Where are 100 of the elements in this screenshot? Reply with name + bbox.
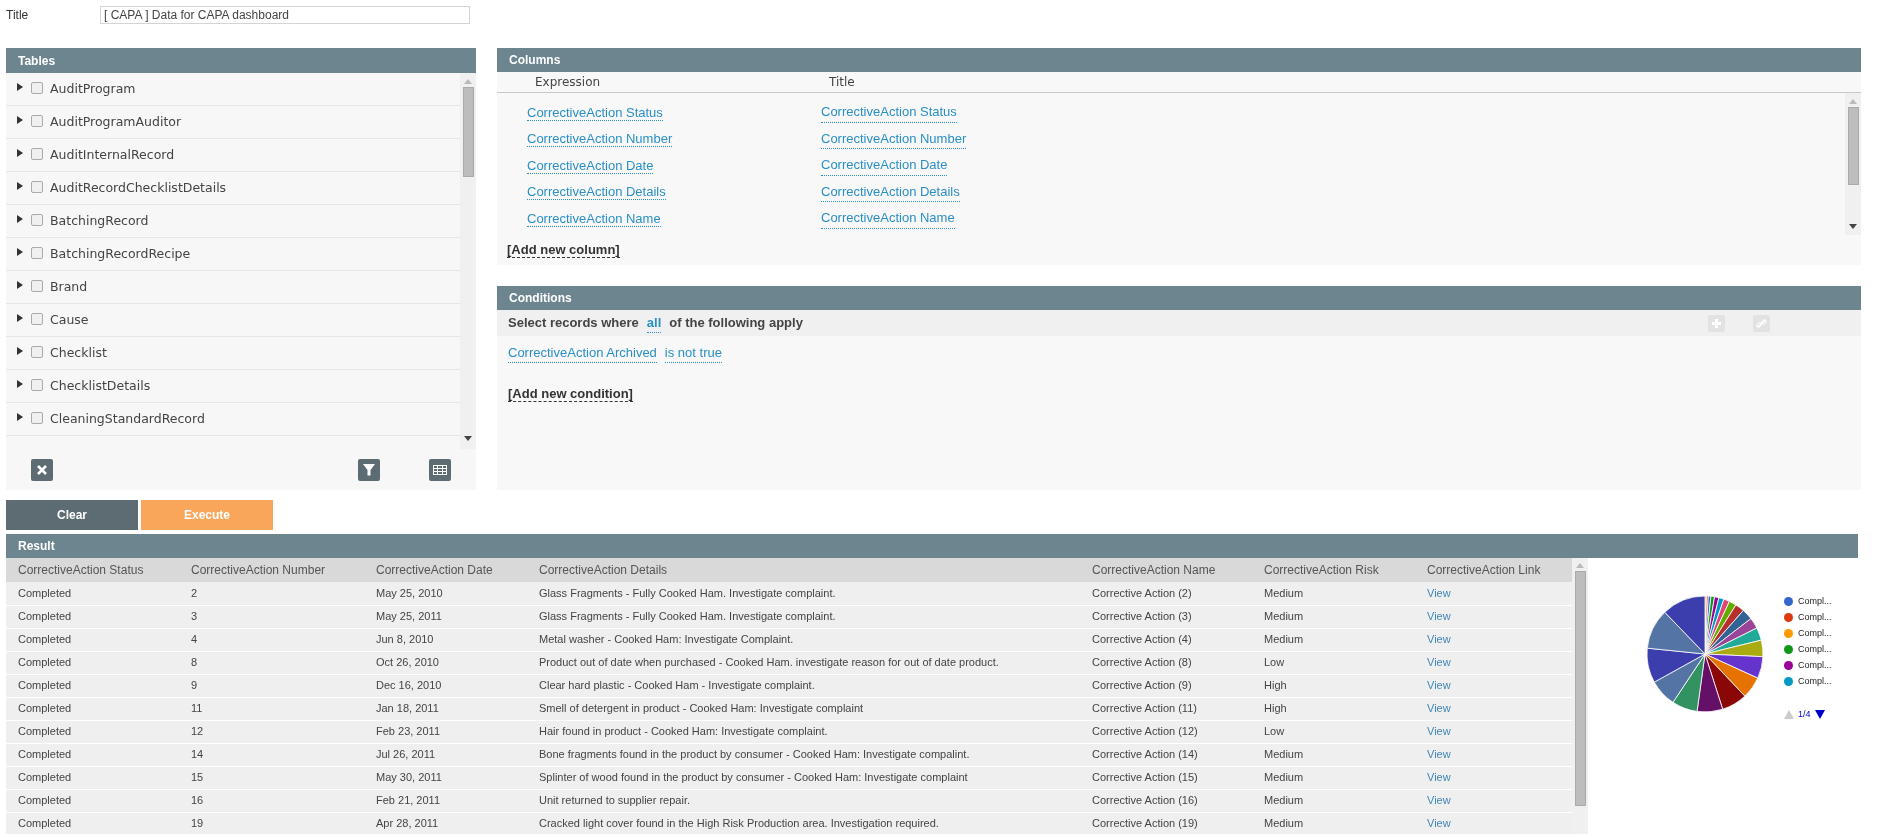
link-icon[interactable]: [1753, 314, 1770, 332]
expand-icon[interactable]: [17, 413, 23, 421]
table-cell: Jan 18, 2011: [364, 697, 527, 720]
checkbox[interactable]: [31, 312, 43, 325]
quantifier-link[interactable]: all: [646, 312, 662, 334]
checkbox[interactable]: [31, 81, 43, 94]
close-icon: [36, 463, 48, 476]
table-cell: 2: [179, 582, 364, 605]
table-name[interactable]: Brand: [50, 277, 88, 297]
title-field[interactable]: [ CAPA ] Data for CAPA dashboard: [100, 6, 470, 24]
table-cell: Medium: [1252, 812, 1415, 834]
table-cell: Jun 8, 2010: [364, 628, 527, 651]
panel-header: Conditions: [497, 286, 1861, 310]
table-cell: Medium: [1252, 743, 1415, 766]
scrollbar-thumb[interactable]: [1847, 107, 1859, 185]
view-link[interactable]: View: [1427, 702, 1451, 715]
checkbox[interactable]: [31, 279, 43, 292]
title-link[interactable]: CorrectiveAction Number: [821, 128, 967, 149]
scroll-up-icon[interactable]: [1576, 563, 1584, 568]
title-link[interactable]: CorrectiveAction Name: [821, 208, 955, 229]
column-header[interactable]: CorrectiveAction Name: [1080, 558, 1252, 582]
column-header[interactable]: CorrectiveAction Link: [1415, 558, 1572, 582]
view-link[interactable]: View: [1427, 725, 1451, 738]
column-header[interactable]: CorrectiveAction Date: [364, 558, 527, 582]
table-name[interactable]: Checklist: [50, 343, 107, 363]
operator-link[interactable]: is not true: [664, 342, 722, 364]
column-header[interactable]: CorrectiveAction Details: [527, 558, 1080, 582]
view-link[interactable]: View: [1427, 610, 1451, 623]
title-link[interactable]: CorrectiveAction Date: [821, 155, 948, 176]
expand-icon[interactable]: [17, 215, 23, 223]
expand-icon[interactable]: [17, 149, 23, 157]
scrollbar-thumb[interactable]: [1574, 571, 1586, 806]
table-cell: Corrective Action (3): [1080, 605, 1252, 628]
checkbox[interactable]: [31, 345, 43, 358]
view-link[interactable]: View: [1427, 633, 1451, 646]
title-link[interactable]: CorrectiveAction Details: [821, 181, 960, 202]
table-cell: Corrective Action (14): [1080, 743, 1252, 766]
table-name[interactable]: Cause: [50, 310, 89, 330]
clear-button[interactable]: Clear: [6, 500, 138, 530]
table-name[interactable]: CleaningStandardRecord: [50, 409, 205, 429]
column-header[interactable]: CorrectiveAction Number: [179, 558, 364, 582]
view-link[interactable]: View: [1427, 587, 1451, 599]
view-link[interactable]: View: [1427, 656, 1451, 669]
table-cell: High: [1252, 674, 1415, 697]
table-cell: Feb 21, 2011: [364, 789, 527, 812]
table-name[interactable]: AuditInternalRecord: [50, 145, 175, 165]
view-link[interactable]: View: [1427, 771, 1451, 784]
close-button[interactable]: [31, 458, 53, 481]
table-cell: Corrective Action (16): [1080, 789, 1252, 812]
previous-page-icon[interactable]: [1784, 710, 1794, 720]
execute-button[interactable]: Execute: [141, 500, 273, 530]
table-name[interactable]: BatchingRecord: [50, 211, 149, 231]
filter-button[interactable]: [358, 458, 380, 481]
checkbox[interactable]: [31, 378, 43, 391]
expand-icon[interactable]: [17, 347, 23, 355]
funnel-icon: [362, 462, 376, 477]
scroll-up-icon[interactable]: [464, 79, 472, 84]
scrollbar-thumb[interactable]: [462, 87, 474, 177]
expand-icon[interactable]: [17, 281, 23, 289]
column-header[interactable]: CorrectiveAction Status: [6, 558, 179, 582]
view-link[interactable]: View: [1427, 817, 1451, 830]
add-condition-link[interactable]: [Add new condition]: [508, 386, 633, 402]
checkbox[interactable]: [31, 411, 43, 424]
checkbox[interactable]: [31, 213, 43, 226]
table-name[interactable]: BatchingRecordRecipe: [50, 244, 191, 264]
checkbox[interactable]: [31, 114, 43, 127]
scroll-down-icon[interactable]: [464, 436, 472, 441]
title-link[interactable]: CorrectiveAction Status: [821, 102, 957, 123]
expression-link[interactable]: CorrectiveAction Number: [527, 131, 673, 147]
checkbox[interactable]: [31, 246, 43, 259]
scroll-down-icon[interactable]: [1849, 224, 1857, 229]
expand-icon[interactable]: [17, 83, 23, 91]
checkbox[interactable]: [31, 180, 43, 193]
expand-icon[interactable]: [17, 380, 23, 388]
table-name[interactable]: AuditProgram: [50, 79, 136, 99]
table-name[interactable]: ChecklistDetails: [50, 376, 151, 396]
expression-link[interactable]: CorrectiveAction Name: [527, 210, 661, 227]
expand-icon[interactable]: [17, 182, 23, 190]
scroll-up-icon[interactable]: [1849, 99, 1857, 104]
table-view-button[interactable]: [429, 458, 451, 481]
column-header[interactable]: CorrectiveAction Risk: [1252, 558, 1415, 582]
table-cell: Completed: [6, 812, 179, 834]
next-page-icon[interactable]: [1814, 710, 1825, 720]
view-link[interactable]: View: [1427, 794, 1451, 807]
table-cell: Completed: [6, 605, 179, 628]
checkbox[interactable]: [31, 147, 43, 160]
expand-icon[interactable]: [17, 248, 23, 256]
expand-icon[interactable]: [17, 314, 23, 322]
view-link[interactable]: View: [1427, 679, 1451, 692]
table-name[interactable]: AuditProgramAuditor: [50, 112, 182, 132]
add-icon[interactable]: [1708, 314, 1725, 332]
view-link[interactable]: View: [1427, 748, 1451, 761]
expression-link[interactable]: CorrectiveAction Date: [527, 157, 654, 174]
expression-link[interactable]: CorrectiveAction Details: [527, 184, 666, 200]
add-column-link[interactable]: [Add new column]: [507, 242, 620, 258]
table-cell: 16: [179, 789, 364, 812]
field-link[interactable]: CorrectiveAction Archived: [508, 342, 657, 364]
expand-icon[interactable]: [17, 116, 23, 124]
table-name[interactable]: AuditRecordChecklistDetails: [50, 178, 227, 198]
expression-link[interactable]: CorrectiveAction Status: [527, 104, 663, 121]
